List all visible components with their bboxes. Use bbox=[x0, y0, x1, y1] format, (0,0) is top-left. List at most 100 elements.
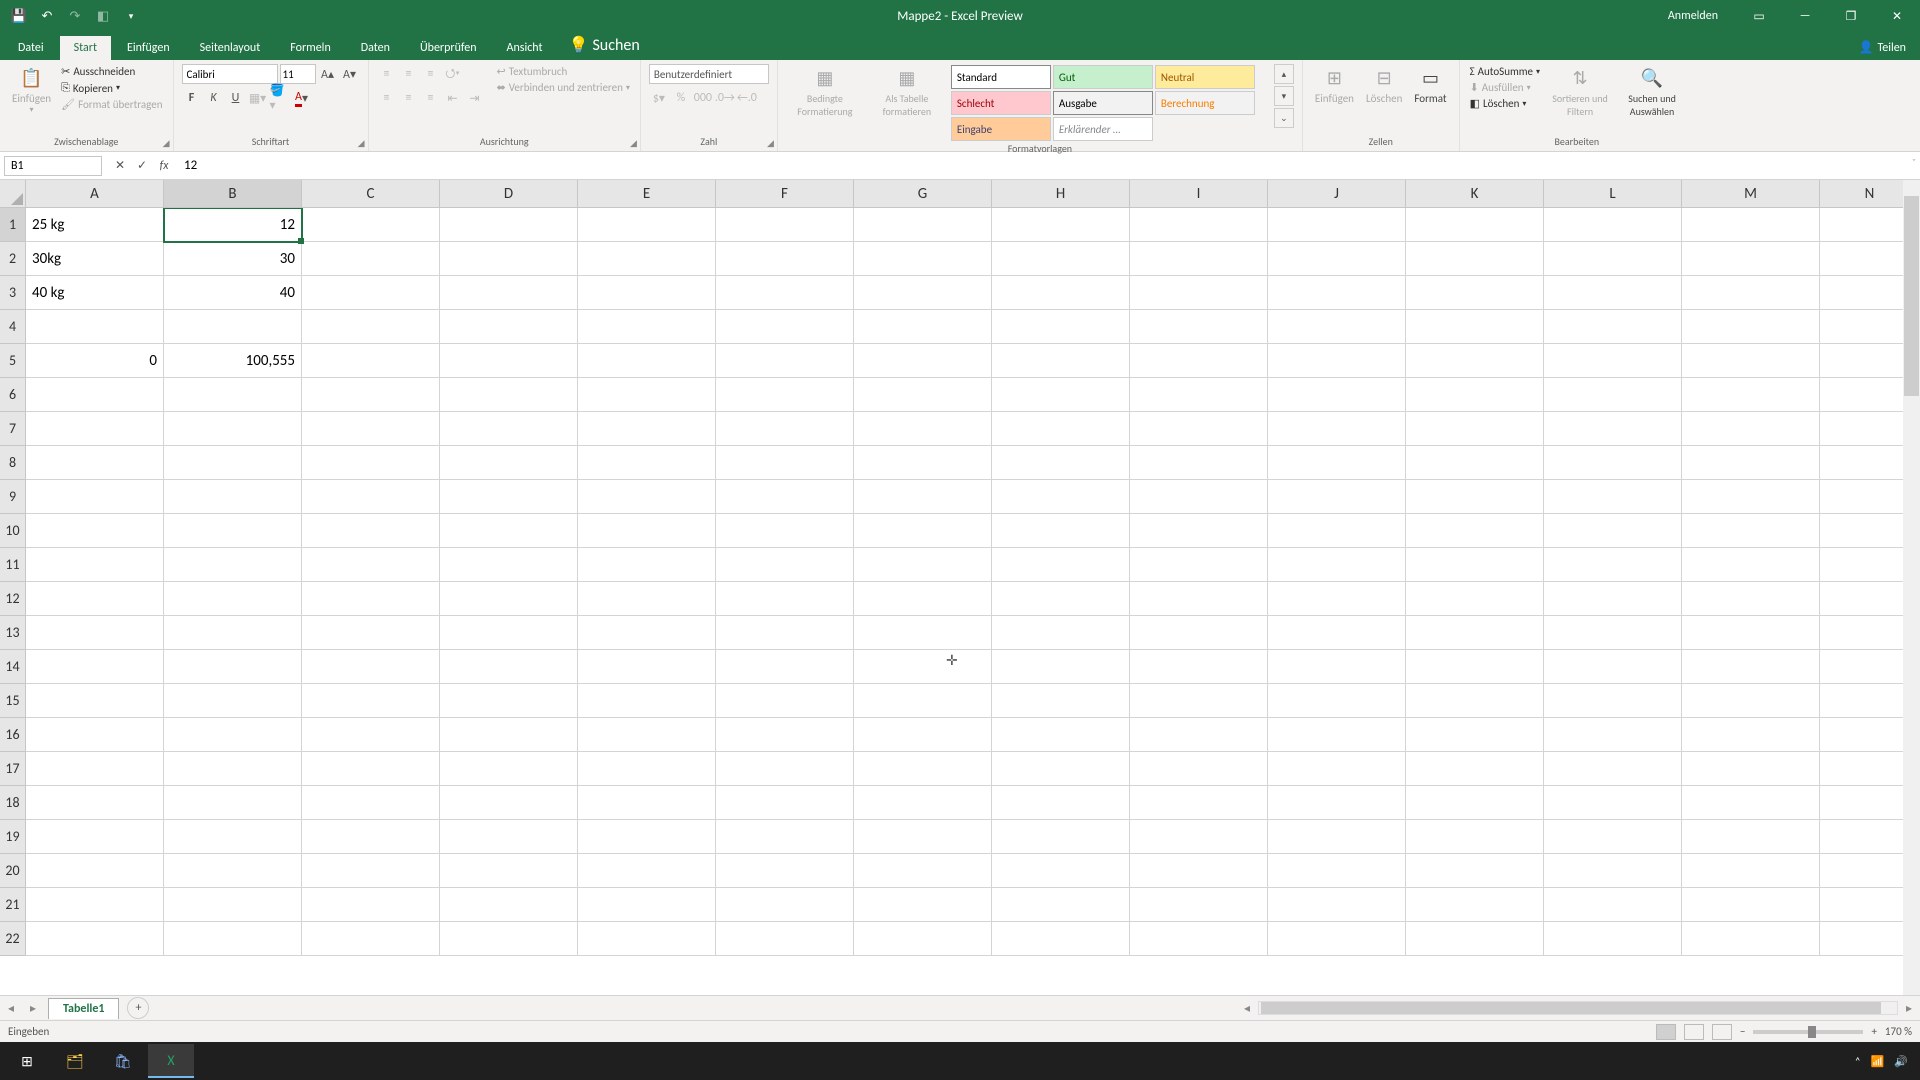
row-header-10[interactable]: 10 bbox=[0, 514, 26, 548]
cell-D17[interactable] bbox=[440, 752, 578, 786]
style-ausgabe[interactable]: Ausgabe bbox=[1053, 91, 1153, 115]
col-header-D[interactable]: D bbox=[440, 180, 578, 208]
cell-B11[interactable] bbox=[164, 548, 302, 582]
cell-K22[interactable] bbox=[1406, 922, 1544, 956]
cell-H2[interactable] bbox=[992, 242, 1130, 276]
cell-styles-gallery[interactable]: Standard Gut Neutral Schlecht Ausgabe Be… bbox=[950, 64, 1270, 142]
cell-M9[interactable] bbox=[1682, 480, 1820, 514]
cell-M22[interactable] bbox=[1682, 922, 1820, 956]
cell-C14[interactable] bbox=[302, 650, 440, 684]
cell-E10[interactable] bbox=[578, 514, 716, 548]
row-header-1[interactable]: 1 bbox=[0, 208, 26, 242]
cell-G8[interactable] bbox=[854, 446, 992, 480]
cell-A8[interactable] bbox=[26, 446, 164, 480]
insert-cells-button[interactable]: ⊞Einfügen bbox=[1311, 64, 1358, 107]
cell-B19[interactable] bbox=[164, 820, 302, 854]
cell-M17[interactable] bbox=[1682, 752, 1820, 786]
cell-G9[interactable] bbox=[854, 480, 992, 514]
cell-M16[interactable] bbox=[1682, 718, 1820, 752]
cell-F8[interactable] bbox=[716, 446, 854, 480]
row-header-13[interactable]: 13 bbox=[0, 616, 26, 650]
wrap-text-button[interactable]: ↩Textumbruch bbox=[495, 64, 632, 79]
cell-D9[interactable] bbox=[440, 480, 578, 514]
format-as-table-button[interactable]: ▦ Als Tabelle formatieren bbox=[868, 64, 946, 120]
cell-G22[interactable] bbox=[854, 922, 992, 956]
number-format-select[interactable] bbox=[649, 64, 769, 84]
cell-A14[interactable] bbox=[26, 650, 164, 684]
tab-review[interactable]: Überprüfen bbox=[406, 36, 491, 60]
cell-K12[interactable] bbox=[1406, 582, 1544, 616]
store-icon[interactable]: 🛍 bbox=[100, 1044, 146, 1078]
cell-E16[interactable] bbox=[578, 718, 716, 752]
cell-J16[interactable] bbox=[1268, 718, 1406, 752]
cell-C18[interactable] bbox=[302, 786, 440, 820]
confirm-edit-icon[interactable]: ✓ bbox=[132, 156, 152, 176]
style-erklaerender[interactable]: Erklärender … bbox=[1053, 117, 1153, 141]
zoom-out-icon[interactable]: − bbox=[1740, 1025, 1745, 1038]
cell-H12[interactable] bbox=[992, 582, 1130, 616]
format-cells-button[interactable]: ▭Format bbox=[1410, 64, 1450, 107]
indent-inc-icon[interactable]: ⇥ bbox=[465, 88, 485, 108]
cell-H8[interactable] bbox=[992, 446, 1130, 480]
tab-home[interactable]: Start bbox=[60, 36, 111, 60]
cell-F13[interactable] bbox=[716, 616, 854, 650]
sort-filter-button[interactable]: ⇅Sortieren und Filtern bbox=[1546, 64, 1614, 120]
row-header-11[interactable]: 11 bbox=[0, 548, 26, 582]
cell-I4[interactable] bbox=[1130, 310, 1268, 344]
cell-M12[interactable] bbox=[1682, 582, 1820, 616]
cell-G11[interactable] bbox=[854, 548, 992, 582]
hscroll-left-icon[interactable]: ◂ bbox=[1236, 997, 1258, 1019]
cell-H1[interactable] bbox=[992, 208, 1130, 242]
row-header-15[interactable]: 15 bbox=[0, 684, 26, 718]
cell-G5[interactable] bbox=[854, 344, 992, 378]
cell-L8[interactable] bbox=[1544, 446, 1682, 480]
align-bottom-icon[interactable]: ≡ bbox=[421, 64, 441, 84]
cell-I3[interactable] bbox=[1130, 276, 1268, 310]
col-header-B[interactable]: B bbox=[164, 180, 302, 208]
file-explorer-icon[interactable]: 🗂 bbox=[52, 1044, 98, 1078]
tab-pagelayout[interactable]: Seitenlayout bbox=[186, 36, 275, 60]
cell-B15[interactable] bbox=[164, 684, 302, 718]
cell-A11[interactable] bbox=[26, 548, 164, 582]
cell-L9[interactable] bbox=[1544, 480, 1682, 514]
cell-J20[interactable] bbox=[1268, 854, 1406, 888]
name-box[interactable] bbox=[4, 156, 102, 176]
cell-D13[interactable] bbox=[440, 616, 578, 650]
cell-K18[interactable] bbox=[1406, 786, 1544, 820]
hscroll-thumb[interactable] bbox=[1261, 1002, 1881, 1014]
maximize-button[interactable]: ❐ bbox=[1828, 0, 1874, 32]
cell-H21[interactable] bbox=[992, 888, 1130, 922]
redo-icon[interactable]: ↷ bbox=[64, 5, 86, 27]
cell-L11[interactable] bbox=[1544, 548, 1682, 582]
cell-K3[interactable] bbox=[1406, 276, 1544, 310]
cell-L16[interactable] bbox=[1544, 718, 1682, 752]
style-standard[interactable]: Standard bbox=[951, 65, 1051, 89]
cell-M15[interactable] bbox=[1682, 684, 1820, 718]
cancel-edit-icon[interactable]: ✕ bbox=[110, 156, 130, 176]
cell-C21[interactable] bbox=[302, 888, 440, 922]
tray-chevron-icon[interactable]: ˄ bbox=[1855, 1055, 1861, 1068]
style-berechnung[interactable]: Berechnung bbox=[1155, 91, 1255, 115]
cell-K13[interactable] bbox=[1406, 616, 1544, 650]
cell-J11[interactable] bbox=[1268, 548, 1406, 582]
cell-F1[interactable] bbox=[716, 208, 854, 242]
cell-M13[interactable] bbox=[1682, 616, 1820, 650]
merge-center-button[interactable]: ⬌Verbinden und zentrieren▾ bbox=[495, 80, 632, 95]
vscroll-thumb[interactable] bbox=[1904, 196, 1919, 396]
row-header-19[interactable]: 19 bbox=[0, 820, 26, 854]
autosum-button[interactable]: ΣAutoSumme▾ bbox=[1468, 64, 1542, 79]
cell-B17[interactable] bbox=[164, 752, 302, 786]
cell-D15[interactable] bbox=[440, 684, 578, 718]
cell-G1[interactable] bbox=[854, 208, 992, 242]
cell-M11[interactable] bbox=[1682, 548, 1820, 582]
formula-input[interactable] bbox=[178, 156, 1920, 175]
cell-K14[interactable] bbox=[1406, 650, 1544, 684]
row-header-12[interactable]: 12 bbox=[0, 582, 26, 616]
cell-L10[interactable] bbox=[1544, 514, 1682, 548]
cell-D22[interactable] bbox=[440, 922, 578, 956]
cell-L4[interactable] bbox=[1544, 310, 1682, 344]
cell-E21[interactable] bbox=[578, 888, 716, 922]
cell-I15[interactable] bbox=[1130, 684, 1268, 718]
cell-A18[interactable] bbox=[26, 786, 164, 820]
cell-K9[interactable] bbox=[1406, 480, 1544, 514]
